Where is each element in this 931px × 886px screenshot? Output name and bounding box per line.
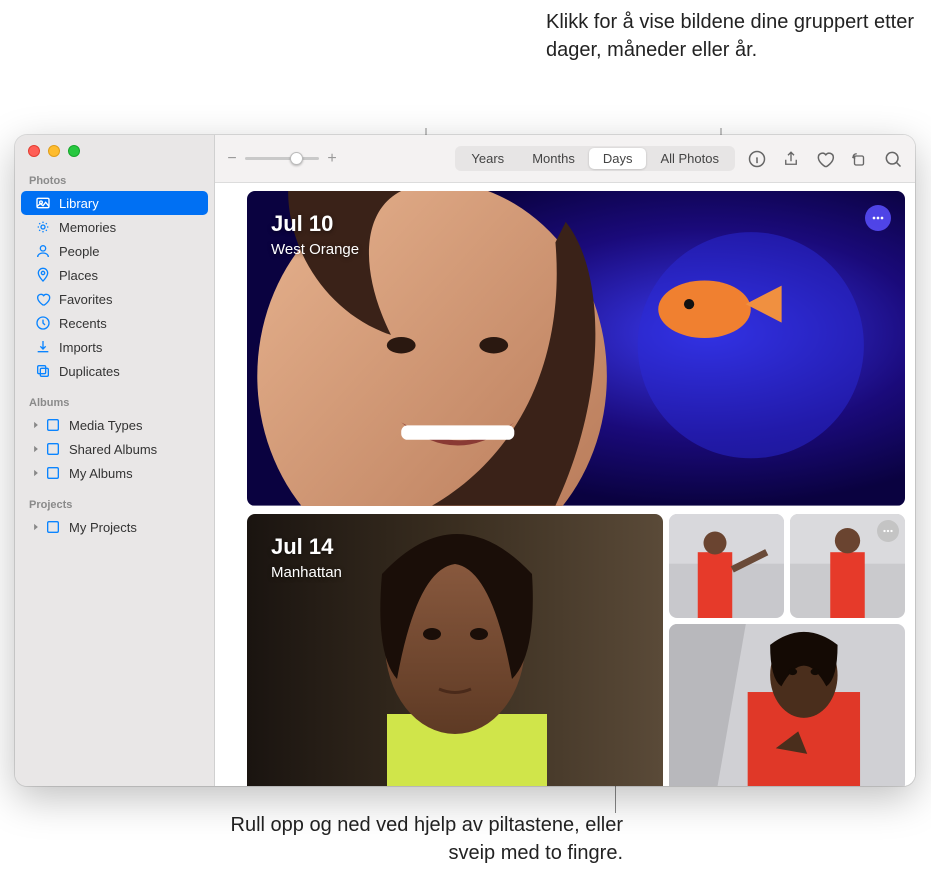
more-button[interactable] (877, 520, 899, 542)
duplicates-icon (35, 363, 51, 379)
sidebar-item-people[interactable]: People (21, 239, 208, 263)
day-date: Jul 10 (271, 211, 359, 237)
favorites-icon (35, 291, 51, 307)
minimize-button[interactable] (48, 145, 60, 157)
day-photo-thumb[interactable] (669, 624, 905, 786)
zoom-slider-knob[interactable] (290, 152, 303, 165)
day-hero-photo[interactable]: Jul 10 West Orange (247, 191, 905, 506)
content-area[interactable]: Jul 10 West Orange (215, 183, 915, 786)
view-segmented-control: Years Months Days All Photos (455, 146, 735, 171)
sidebar: Photos Library Memories People Places (15, 135, 215, 786)
sidebar-item-media-types[interactable]: Media Types (21, 413, 208, 437)
sidebar-item-label: People (59, 244, 99, 259)
app-window: Photos Library Memories People Places (15, 135, 915, 786)
sidebar-section-albums: Albums (15, 393, 214, 413)
sidebar-item-recents[interactable]: Recents (21, 311, 208, 335)
sidebar-item-library[interactable]: Library (21, 191, 208, 215)
tab-days[interactable]: Days (589, 148, 647, 169)
sidebar-item-label: Duplicates (59, 364, 120, 379)
day-label: Jul 14 Manhattan (271, 534, 342, 581)
my-projects-icon (45, 519, 61, 535)
day-location: West Orange (271, 241, 359, 258)
sidebar-item-label: Recents (59, 316, 107, 331)
sidebar-item-shared-albums[interactable]: Shared Albums (21, 437, 208, 461)
tab-years[interactable]: Years (457, 148, 518, 169)
day-photo-thumb[interactable] (669, 514, 784, 618)
sidebar-item-label: Imports (59, 340, 102, 355)
sidebar-item-label: Shared Albums (69, 442, 157, 457)
sidebar-item-label: Media Types (69, 418, 142, 433)
tab-months[interactable]: Months (518, 148, 589, 169)
day-block-1: Jul 10 West Orange (247, 191, 905, 506)
my-albums-icon (45, 465, 61, 481)
zoom-in-button[interactable]: + (325, 150, 339, 168)
more-button[interactable] (865, 205, 891, 231)
sidebar-item-places[interactable]: Places (21, 263, 208, 287)
places-icon (35, 267, 51, 283)
sidebar-item-imports[interactable]: Imports (21, 335, 208, 359)
search-button[interactable] (881, 147, 905, 171)
callout-bottom: Rull opp og ned ved hjelp av piltastene,… (183, 811, 623, 867)
zoom-control: − + (225, 150, 339, 168)
day-location: Manhattan (271, 564, 342, 581)
sidebar-item-my-albums[interactable]: My Albums (21, 461, 208, 485)
media-types-icon (45, 417, 61, 433)
zoom-out-button[interactable]: − (225, 150, 239, 168)
people-icon (35, 243, 51, 259)
chevron-right-icon (31, 442, 41, 457)
rotate-button[interactable] (847, 147, 871, 171)
sidebar-section-projects: Projects (15, 495, 214, 515)
library-icon (35, 195, 51, 211)
sidebar-item-label: My Projects (69, 520, 137, 535)
sidebar-section-photos: Photos (15, 171, 214, 191)
favorite-button[interactable] (813, 147, 837, 171)
callout-top: Klikk for å vise bildene dine gruppert e… (546, 8, 931, 64)
sidebar-item-my-projects[interactable]: My Projects (21, 515, 208, 539)
sidebar-item-label: Memories (59, 220, 116, 235)
maximize-button[interactable] (68, 145, 80, 157)
shared-albums-icon (45, 441, 61, 457)
day-photo-main[interactable]: Jul 14 Manhattan (247, 514, 663, 786)
window-controls (15, 145, 214, 171)
sidebar-item-memories[interactable]: Memories (21, 215, 208, 239)
chevron-right-icon (31, 520, 41, 535)
zoom-slider[interactable] (245, 157, 319, 160)
chevron-right-icon (31, 418, 41, 433)
sidebar-item-label: Library (59, 196, 99, 211)
day-label: Jul 10 West Orange (271, 211, 359, 258)
chevron-right-icon (31, 466, 41, 481)
info-button[interactable] (745, 147, 769, 171)
sidebar-item-label: Favorites (59, 292, 112, 307)
sidebar-item-label: My Albums (69, 466, 133, 481)
sidebar-item-label: Places (59, 268, 98, 283)
day-photo-thumb[interactable] (790, 514, 905, 618)
imports-icon (35, 339, 51, 355)
recents-icon (35, 315, 51, 331)
toolbar: − + Years Months Days All Photos (215, 135, 915, 183)
tab-all-photos[interactable]: All Photos (646, 148, 733, 169)
memories-icon (35, 219, 51, 235)
day-block-2: Jul 14 Manhattan (247, 514, 905, 786)
day-date: Jul 14 (271, 534, 342, 560)
share-button[interactable] (779, 147, 803, 171)
close-button[interactable] (28, 145, 40, 157)
sidebar-item-favorites[interactable]: Favorites (21, 287, 208, 311)
sidebar-item-duplicates[interactable]: Duplicates (21, 359, 208, 383)
main-panel: − + Years Months Days All Photos (215, 135, 915, 786)
